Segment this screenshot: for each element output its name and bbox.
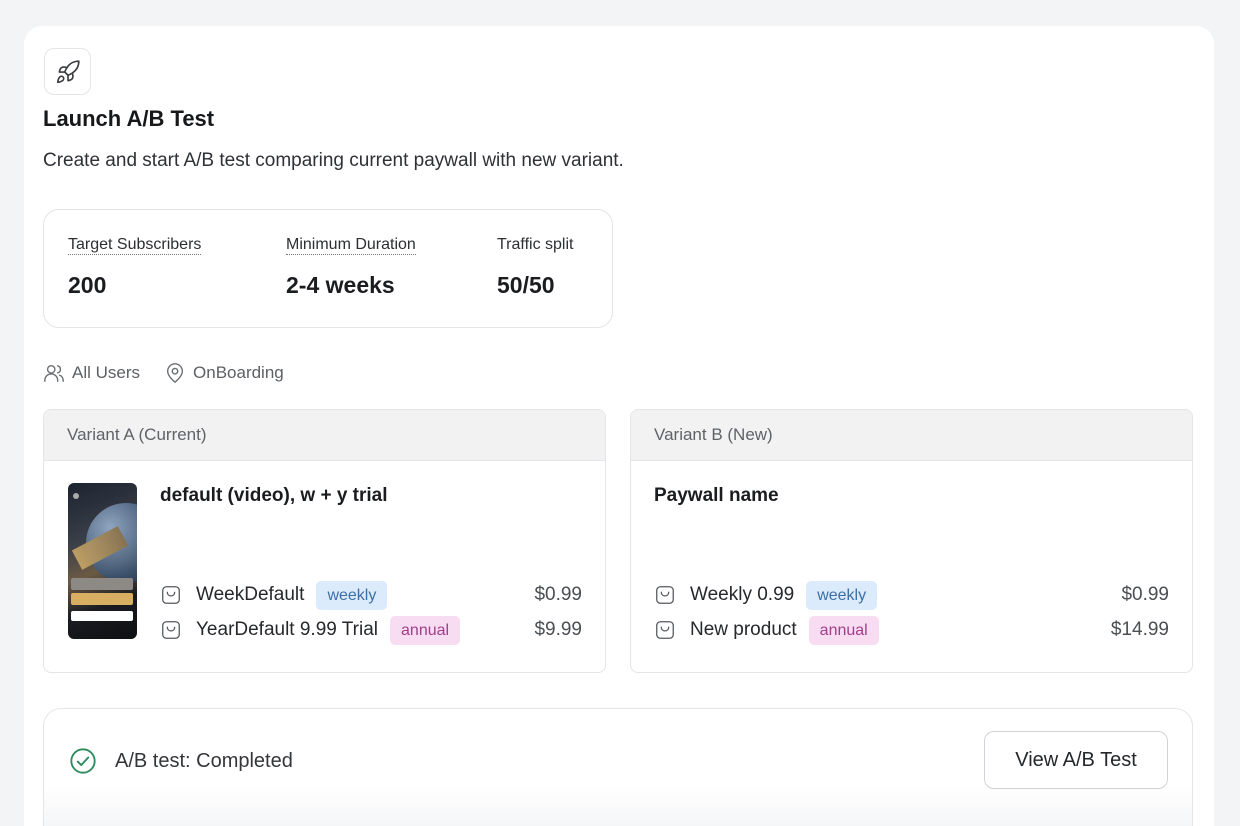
view-ab-test-button[interactable]: View A/B Test xyxy=(984,731,1168,789)
variant-a-card: Variant A (Current) default (video), w +… xyxy=(43,409,606,673)
paywall-name: default (video), w + y trial xyxy=(160,485,388,506)
page-subtitle: Create and start A/B test comparing curr… xyxy=(43,150,624,171)
stat-label[interactable]: Target Subscribers xyxy=(68,236,202,255)
variant-header: Variant A (Current) xyxy=(44,410,605,461)
product-row: WeekDefault weekly xyxy=(160,580,388,610)
product-row: New product annual xyxy=(654,615,879,645)
check-circle-icon xyxy=(70,748,96,774)
product-box-icon xyxy=(654,619,676,641)
stat-label[interactable]: Minimum Duration xyxy=(286,236,416,255)
stat-label: Traffic split xyxy=(497,236,574,253)
paywall-thumbnail[interactable] xyxy=(68,483,137,639)
product-row: Weekly 0.99 weekly xyxy=(654,580,878,610)
product-box-icon xyxy=(654,584,676,606)
product-price: $0.99 xyxy=(534,584,582,605)
period-badge: weekly xyxy=(806,580,878,610)
stat-value: 50/50 xyxy=(497,272,555,298)
period-badge: annual xyxy=(808,615,879,645)
page-title: Launch A/B Test xyxy=(43,106,215,131)
stat-traffic-split: Traffic split 50/50 xyxy=(497,236,573,299)
product-price: $9.99 xyxy=(534,619,582,640)
rocket-icon xyxy=(44,48,91,95)
variant-header: Variant B (New) xyxy=(631,410,1192,461)
stat-target-subscribers: Target Subscribers 200 xyxy=(68,236,202,299)
product-row: YearDefault 9.99 Trial annual xyxy=(160,615,461,645)
period-badge: annual xyxy=(390,615,461,645)
audience-placement: OnBoarding xyxy=(164,362,284,384)
test-status-panel: A/B test: Completed View A/B Test xyxy=(43,708,1193,826)
product-name: New product xyxy=(690,619,797,640)
period-badge: weekly xyxy=(316,580,388,610)
test-stats-panel: Target Subscribers 200 Minimum Duration … xyxy=(43,209,613,328)
product-box-icon xyxy=(160,619,182,641)
location-pin-icon xyxy=(166,363,184,383)
status-text: A/B test: Completed xyxy=(115,749,293,772)
users-icon xyxy=(44,364,64,382)
audience-users-label: All Users xyxy=(72,363,141,382)
product-price: $14.99 xyxy=(1110,619,1169,640)
audience-row: All Users OnBoarding xyxy=(43,362,308,384)
status-line: A/B test: Completed xyxy=(69,747,293,775)
audience-placement-label: OnBoarding xyxy=(193,363,284,382)
product-price: $0.99 xyxy=(1121,584,1169,605)
variant-b-card: Variant B (New) Paywall name Weekly 0.99… xyxy=(630,409,1193,673)
product-name: WeekDefault xyxy=(196,584,305,605)
product-name: YearDefault 9.99 Trial xyxy=(196,619,379,640)
stat-value: 2-4 weeks xyxy=(286,272,395,298)
stat-minimum-duration: Minimum Duration 2-4 weeks xyxy=(286,236,416,299)
launch-ab-test-card: Launch A/B Test Create and start A/B tes… xyxy=(24,26,1214,826)
stat-value: 200 xyxy=(68,272,107,298)
product-box-icon xyxy=(160,584,182,606)
product-name: Weekly 0.99 xyxy=(690,584,795,605)
paywall-name: Paywall name xyxy=(654,485,779,506)
audience-users: All Users xyxy=(43,362,140,384)
